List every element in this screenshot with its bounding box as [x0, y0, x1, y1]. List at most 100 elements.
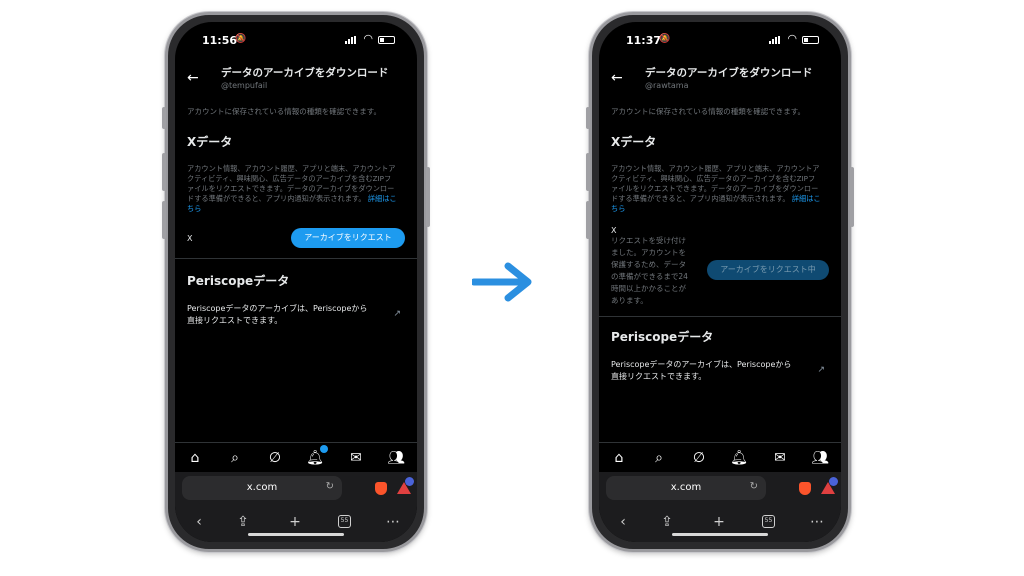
share-icon[interactable]: ⇪: [233, 512, 253, 532]
page-header: ← データのアーカイブをダウンロード @tempufail: [175, 60, 417, 100]
search-icon[interactable]: ⌕: [223, 447, 247, 469]
address-bar[interactable]: x.com ↻: [182, 476, 342, 500]
divider: [599, 316, 841, 317]
action-button: [586, 107, 590, 129]
brave-shield-icon[interactable]: [375, 482, 387, 495]
periscope-line: Periscopeデータのアーカイブは、Periscopeから: [611, 360, 792, 369]
address-bar[interactable]: x.com ↻: [606, 476, 766, 500]
periscope-row[interactable]: Periscopeデータのアーカイブは、Periscopeから 直接リクエストで…: [611, 359, 829, 383]
tabs-icon[interactable]: 55: [338, 515, 351, 528]
signal-icon: [345, 36, 357, 44]
periscope-title: Periscopeデータ: [187, 274, 290, 288]
signal-icon: [769, 36, 781, 44]
action-button: [162, 107, 166, 129]
content: アカウントに保存されている情報の種類を確認できます。 Xデータ アカウント情報、…: [599, 106, 841, 383]
body-line: アカウント情報、アカウント履歴、アプリと端末、アカウントア: [187, 164, 396, 173]
communities-icon[interactable]: 👥︎: [808, 447, 832, 469]
home-indicator: [672, 533, 768, 536]
status-time: 11:56: [202, 34, 238, 47]
battery-icon: [802, 36, 819, 44]
notice-line: の準備ができるまで24: [611, 272, 688, 281]
page-description: アカウントに保存されている情報の種類を確認できます。: [611, 107, 806, 116]
add-tab-icon[interactable]: +: [709, 512, 729, 532]
external-link-icon: ↗: [393, 309, 401, 319]
grok-icon[interactable]: ∅: [263, 447, 287, 469]
tab-bar: ⌂ ⌕ ∅ 🔔︎ ✉ 👥︎: [175, 442, 417, 472]
account-handle: @rawtama: [645, 81, 689, 90]
notifications-icon[interactable]: 🔔︎: [303, 445, 328, 469]
notifications-icon[interactable]: 🔔︎: [727, 447, 751, 469]
notice-line: 時間以上かかることが: [611, 284, 686, 293]
tab-bar: ⌂ ⌕ ∅ 🔔︎ ✉ 👥︎: [599, 442, 841, 472]
communities-icon[interactable]: 👥︎: [384, 447, 408, 469]
body-line: アカウント情報、アカウント履歴、アプリと端末、アカウントア: [611, 164, 820, 173]
external-link-icon: ↗: [817, 365, 825, 375]
request-archive-button[interactable]: アーカイブをリクエスト: [291, 228, 405, 248]
back-icon[interactable]: ‹: [189, 512, 209, 532]
home-indicator: [248, 533, 344, 536]
account-handle: @tempufail: [221, 81, 268, 90]
reload-icon[interactable]: ↻: [750, 481, 758, 492]
x-data-title: Xデータ: [187, 135, 233, 149]
x-request-row: X リクエストを受け付け ました。アカウントを 保護するため、データ の準備がで…: [611, 226, 829, 312]
periscope-line: 直接リクエストできます。: [187, 316, 283, 325]
volume-up-button: [586, 153, 590, 191]
spacer: [175, 250, 417, 264]
share-icon[interactable]: ⇪: [657, 512, 677, 532]
notice-line: 保護するため、データ: [611, 260, 686, 269]
screen: 11:56 🔕 ◠ ← データのアーカイブをダウンロード @tempufail …: [175, 22, 417, 542]
x-data-description: アカウント情報、アカウント履歴、アプリと端末、アカウントア クティビティ、興味関…: [187, 164, 405, 214]
page-description: アカウントに保存されている情報の種類を確認できます。: [187, 107, 382, 116]
body-line: ドする準備ができると、アプリ内通知が表示されます。: [187, 194, 366, 203]
power-button: [426, 167, 430, 227]
x-data-description: アカウント情報、アカウント履歴、アプリと端末、アカウントア クティビティ、興味関…: [611, 164, 829, 214]
search-icon[interactable]: ⌕: [647, 447, 671, 469]
body-line: ァイルをリクエストできます。データのアーカイブをダウンロー: [187, 184, 395, 193]
url-text: x.com: [246, 482, 278, 493]
battery-icon: [378, 36, 395, 44]
messages-icon[interactable]: ✉: [768, 447, 792, 469]
brave-shield-icon[interactable]: [799, 482, 811, 495]
body-line: クティビティ、興味関心、広告データのアーカイブを含むZIPフ: [611, 174, 816, 183]
page-title: データのアーカイブをダウンロード: [221, 67, 389, 79]
more-icon[interactable]: ⋯: [383, 512, 403, 532]
periscope-title: Periscopeデータ: [611, 330, 714, 344]
home-icon[interactable]: ⌂: [607, 447, 631, 469]
notice-line: あります。: [611, 296, 648, 305]
messages-icon[interactable]: ✉: [344, 447, 368, 469]
reload-icon[interactable]: ↻: [326, 481, 334, 492]
transition-arrow-icon: [472, 262, 532, 302]
x-request-row: X アーカイブをリクエスト: [187, 228, 405, 250]
grok-icon[interactable]: ∅: [687, 447, 711, 469]
x-data-title: Xデータ: [611, 135, 657, 149]
phone-after: 11:37 🔕 ◠ ← データのアーカイブをダウンロード @rawtama アカ…: [586, 12, 854, 552]
status-bar: 11:37 🔕 ◠: [599, 22, 841, 56]
x-label: X: [187, 234, 193, 243]
periscope-row[interactable]: Periscopeデータのアーカイブは、Periscopeから 直接リクエストで…: [187, 303, 405, 327]
tabs-icon[interactable]: 55: [762, 515, 775, 528]
learn-more-link-cont[interactable]: ちら: [611, 204, 625, 213]
add-tab-icon[interactable]: +: [285, 512, 305, 532]
notification-badge: [320, 445, 328, 453]
divider: [175, 258, 417, 259]
learn-more-link[interactable]: 詳細はこ: [792, 194, 821, 203]
body-line: クティビティ、興味関心、広告データのアーカイブを含むZIPフ: [187, 174, 392, 183]
back-icon[interactable]: ‹: [613, 512, 633, 532]
body-line: ァイルをリクエストできます。データのアーカイブをダウンロー: [611, 184, 819, 193]
screen: 11:37 🔕 ◠ ← データのアーカイブをダウンロード @rawtama アカ…: [599, 22, 841, 542]
content: アカウントに保存されている情報の種類を確認できます。 Xデータ アカウント情報、…: [175, 106, 417, 327]
wifi-icon: ◠: [363, 32, 373, 45]
periscope-line: 直接リクエストできます。: [611, 372, 707, 381]
status-bar: 11:56 🔕 ◠: [175, 22, 417, 56]
url-text: x.com: [670, 482, 702, 493]
home-icon[interactable]: ⌂: [183, 447, 207, 469]
learn-more-link-cont[interactable]: ちら: [187, 204, 201, 213]
bell-muted-icon: 🔕: [659, 34, 671, 44]
back-arrow-icon[interactable]: ←: [611, 70, 623, 86]
learn-more-link[interactable]: 詳細はこ: [368, 194, 397, 203]
body-line: ドする準備ができると、アプリ内通知が表示されます。: [611, 194, 790, 203]
browser-toolbar: x.com ↻ ‹ ⇪ + 55 ⋯: [175, 472, 417, 542]
more-icon[interactable]: ⋯: [807, 512, 827, 532]
phone-before: 11:56 🔕 ◠ ← データのアーカイブをダウンロード @tempufail …: [162, 12, 430, 552]
back-arrow-icon[interactable]: ←: [187, 70, 199, 86]
